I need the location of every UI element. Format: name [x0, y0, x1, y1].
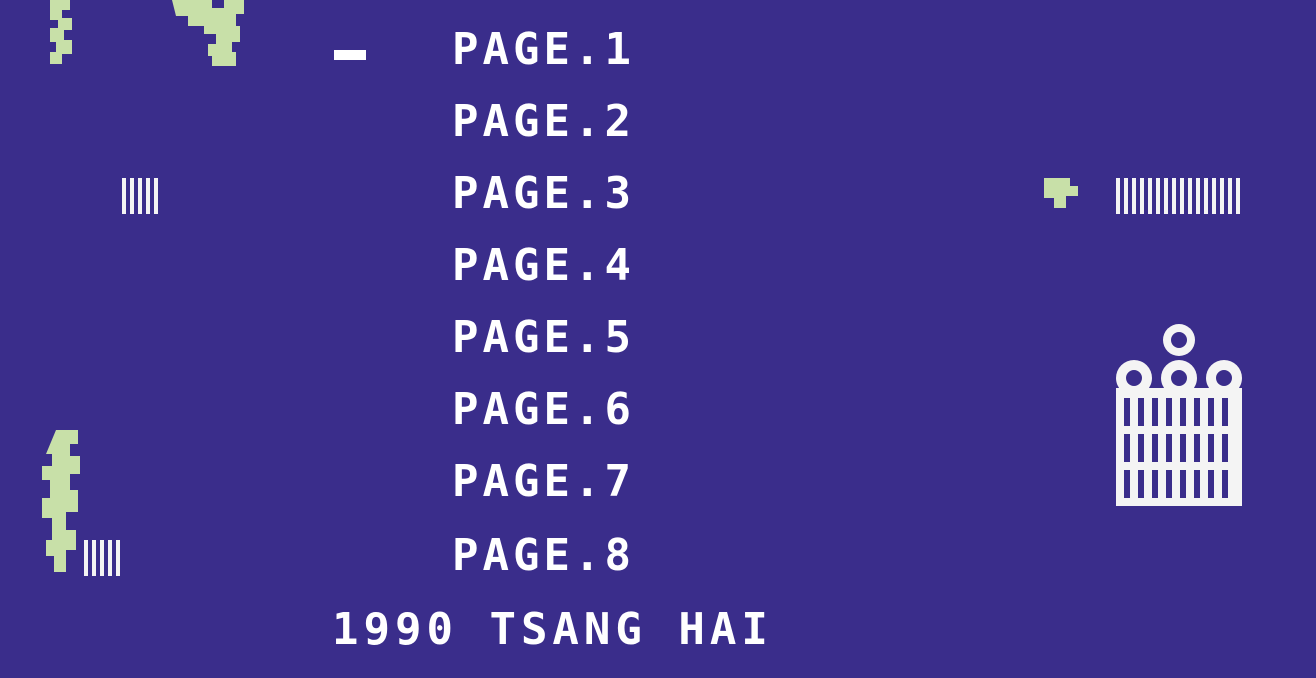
left-brick-ledge: [38, 214, 206, 250]
vine-icon: [50, 0, 72, 64]
right-brick-ledge: [1284, 500, 1316, 536]
menu-item-page-3[interactable]: PAGE.3: [452, 172, 635, 216]
menu-item-page-4[interactable]: PAGE.4: [452, 244, 635, 288]
menu-item-page-5[interactable]: PAGE.5: [452, 316, 635, 360]
left-window-bars-top: [122, 178, 162, 214]
selection-cursor-icon: [334, 50, 366, 60]
copyright-credit: 1990 TSANG HAI: [332, 604, 773, 655]
menu-item-page-1[interactable]: PAGE.1: [452, 28, 635, 72]
menu-item-page-6[interactable]: PAGE.6: [452, 388, 635, 432]
vine-icon: [172, 0, 244, 66]
game-scene: PAGE.1 PAGE.2 PAGE.3 PAGE.4 PAGE.5 PAGE.…: [0, 0, 1316, 678]
left-window-bars-bottom: [84, 540, 124, 576]
right-window-bars: [1116, 178, 1242, 214]
menu-item-page-2[interactable]: PAGE.2: [452, 100, 635, 144]
birdcage-icon: [1114, 320, 1244, 506]
menu-item-page-8[interactable]: PAGE.8: [452, 534, 635, 578]
menu-item-page-7[interactable]: PAGE.7: [452, 460, 635, 504]
vine-icon: [1044, 178, 1078, 208]
left-brick-pillar: [82, 0, 166, 678]
vine-icon: [42, 430, 80, 572]
